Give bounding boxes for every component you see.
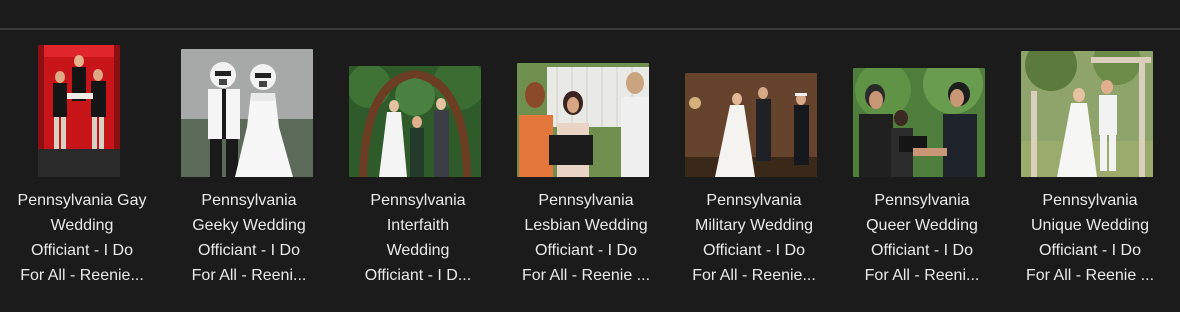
file-name: Pennsylvania Military Wedding Officiant … [678,188,830,288]
file-name-line: Unique Wedding [1030,217,1149,234]
file-name-line: Officiant - I D... [364,267,472,284]
interfaith-wedding-thumbnail [349,66,481,177]
file-name-line: Geeky Wedding [192,217,306,234]
file-tile-military-wedding[interactable]: Pennsylvania Military Wedding Officiant … [678,40,830,302]
file-name-line: For All - Reenie ... [1025,267,1155,284]
file-name-line: Officiant - I Do [703,242,805,259]
geeky-wedding-thumbnail [181,49,313,177]
file-name-line: For All - Reeni... [864,267,980,284]
file-tile-gay-wedding[interactable]: Pennsylvania Gay Wedding Officiant - I D… [6,40,158,302]
file-tile-lesbian-wedding[interactable]: Pennsylvania Lesbian Wedding Officiant -… [510,40,662,302]
file-name-line: Wedding [386,242,450,259]
file-tile-queer-wedding[interactable]: Pennsylvania Queer Wedding Officiant - I… [846,40,998,302]
file-name-line: Pennsylvania [201,192,297,209]
file-name-line: For All - Reeni... [191,267,307,284]
file-name-line: Pennsylvania [706,192,802,209]
toolbar-divider [0,28,1180,30]
file-name: Pennsylvania Interfaith Wedding Offician… [342,188,494,288]
file-tile-geeky-wedding[interactable]: Pennsylvania Geeky Wedding Officiant - I… [173,40,325,302]
file-name-line: For All - Reenie... [692,267,816,284]
gay-wedding-thumbnail [38,45,120,177]
file-name-line: Pennsylvania [538,192,634,209]
queer-wedding-thumbnail [853,68,985,177]
file-name-line: Queer Wedding [866,217,978,234]
lesbian-wedding-thumbnail [517,63,649,177]
file-name-line: Officiant - I Do [535,242,637,259]
file-name-line: Wedding [50,217,114,234]
unique-wedding-thumbnail [1021,51,1153,177]
military-wedding-thumbnail [685,73,817,177]
file-name-line: Pennsylvania [1042,192,1138,209]
file-tile-interfaith-wedding[interactable]: Pennsylvania Interfaith Wedding Offician… [342,40,494,302]
file-name-line: Officiant - I Do [1039,242,1141,259]
file-name-line: Officiant - I Do [31,242,133,259]
file-name: Pennsylvania Queer Wedding Officiant - I… [846,188,998,288]
file-name-line: Interfaith [386,217,450,234]
file-name-line: For All - Reenie ... [521,267,651,284]
file-name: Pennsylvania Geeky Wedding Officiant - I… [173,188,325,288]
file-name: Pennsylvania Gay Wedding Officiant - I D… [6,188,158,288]
file-name-line: Pennsylvania Gay [17,192,147,209]
file-tile-unique-wedding[interactable]: Pennsylvania Unique Wedding Officiant - … [1014,40,1166,302]
file-name-line: Officiant - I Do [871,242,973,259]
file-name-line: Officiant - I Do [198,242,300,259]
file-name: Pennsylvania Lesbian Wedding Officiant -… [510,188,662,288]
toolbar-area [0,0,1180,28]
file-name-line: Pennsylvania [370,192,466,209]
file-name-line: Pennsylvania [874,192,970,209]
file-name: Pennsylvania Unique Wedding Officiant - … [1014,188,1166,288]
file-name-line: Lesbian Wedding [524,217,648,234]
file-name-line: Military Wedding [695,217,813,234]
file-name-line: For All - Reenie... [20,267,144,284]
